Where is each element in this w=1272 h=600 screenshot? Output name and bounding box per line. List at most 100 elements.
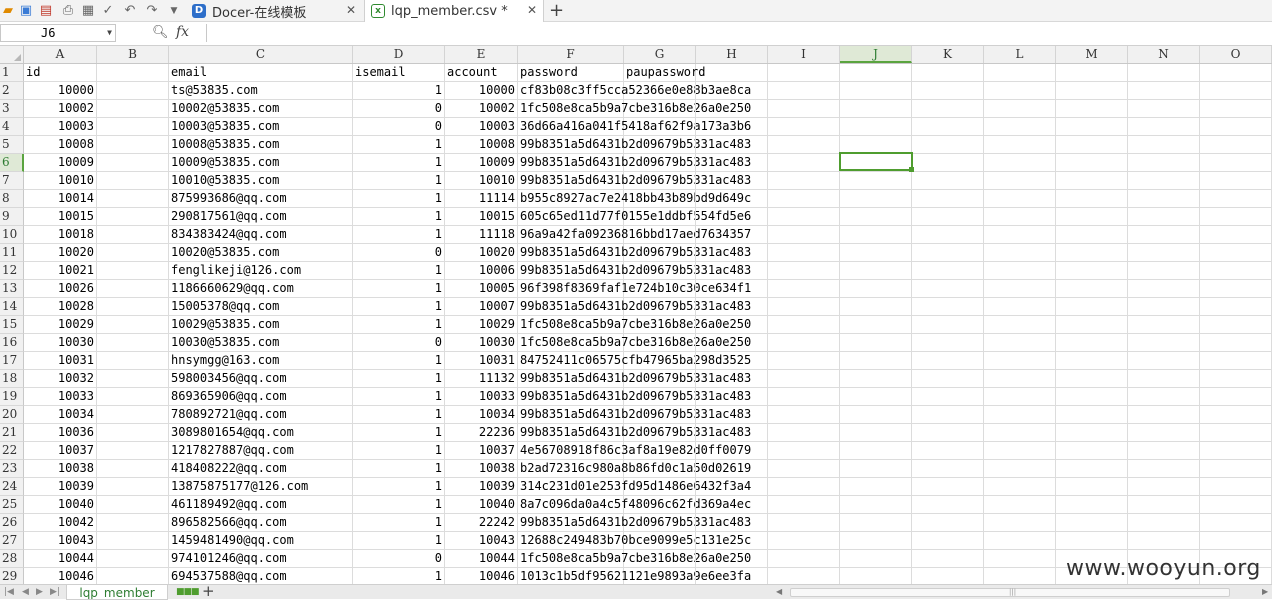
empty-cell[interactable] (984, 82, 1056, 100)
empty-cell[interactable] (624, 334, 696, 352)
cell-account[interactable]: 10007 (445, 298, 518, 316)
empty-cell[interactable] (696, 190, 768, 208)
empty-cell[interactable] (1056, 262, 1128, 280)
cell-id[interactable]: 10015 (24, 208, 97, 226)
row-header[interactable]: 20 (0, 406, 24, 424)
print-icon[interactable]: ⎙ (60, 3, 76, 19)
empty-cell[interactable] (1128, 532, 1200, 550)
empty-cell[interactable] (624, 226, 696, 244)
empty-cell[interactable] (1056, 64, 1128, 82)
cell-isemail[interactable]: 1 (353, 496, 445, 514)
empty-cell[interactable] (97, 172, 169, 190)
cell-account[interactable]: 10008 (445, 136, 518, 154)
column-header-n[interactable]: N (1128, 46, 1200, 63)
empty-cell[interactable] (840, 100, 912, 118)
empty-cell[interactable] (768, 154, 840, 172)
empty-cell[interactable] (984, 226, 1056, 244)
cell-isemail[interactable]: 1 (353, 352, 445, 370)
empty-cell[interactable] (984, 244, 1056, 262)
empty-cell[interactable] (696, 532, 768, 550)
empty-cell[interactable] (696, 334, 768, 352)
empty-cell[interactable] (912, 64, 984, 82)
cell-password[interactable]: 8a7c096da0a4c5f48096c62fd369a4ec (518, 496, 751, 514)
empty-cell[interactable] (97, 100, 169, 118)
row-header[interactable]: 26 (0, 514, 24, 532)
empty-cell[interactable] (1056, 172, 1128, 190)
empty-cell[interactable] (696, 478, 768, 496)
empty-cell[interactable] (97, 388, 169, 406)
empty-cell[interactable] (97, 514, 169, 532)
cell-password[interactable]: 605c65ed11d77f0155e1ddbf554fd5e6 (518, 208, 751, 226)
empty-cell[interactable] (624, 352, 696, 370)
empty-cell[interactable] (1056, 316, 1128, 334)
cell-isemail[interactable]: 1 (353, 478, 445, 496)
empty-cell[interactable] (696, 244, 768, 262)
empty-cell[interactable] (912, 388, 984, 406)
cell-account[interactable]: 10003 (445, 118, 518, 136)
empty-cell[interactable] (1200, 352, 1272, 370)
empty-cell[interactable] (1200, 262, 1272, 280)
select-all-corner[interactable] (0, 46, 24, 63)
new-tab-icon[interactable]: + (549, 1, 564, 21)
empty-cell[interactable] (1200, 514, 1272, 532)
cell-account[interactable]: 10037 (445, 442, 518, 460)
row-header[interactable]: 28 (0, 550, 24, 568)
row-header[interactable]: 1 (0, 64, 24, 82)
empty-cell[interactable] (768, 262, 840, 280)
empty-cell[interactable] (1200, 244, 1272, 262)
empty-cell[interactable] (624, 118, 696, 136)
empty-cell[interactable] (1128, 334, 1200, 352)
empty-cell[interactable] (97, 460, 169, 478)
empty-cell[interactable] (840, 442, 912, 460)
empty-cell[interactable] (97, 244, 169, 262)
empty-cell[interactable] (984, 298, 1056, 316)
empty-cell[interactable] (1128, 496, 1200, 514)
empty-cell[interactable] (840, 190, 912, 208)
cell-isemail[interactable]: 1 (353, 154, 445, 172)
cell-account[interactable]: 11132 (445, 370, 518, 388)
empty-cell[interactable] (912, 82, 984, 100)
row-header[interactable]: 8 (0, 190, 24, 208)
fx-icon[interactable]: fx (176, 24, 189, 40)
empty-cell[interactable] (912, 154, 984, 172)
empty-cell[interactable] (696, 406, 768, 424)
cell-header-isemail[interactable]: isemail (353, 64, 445, 82)
cell-isemail[interactable]: 1 (353, 190, 445, 208)
cell-account[interactable]: 10000 (445, 82, 518, 100)
empty-cell[interactable] (624, 262, 696, 280)
empty-cell[interactable] (984, 460, 1056, 478)
empty-cell[interactable] (912, 298, 984, 316)
cell-id[interactable]: 10008 (24, 136, 97, 154)
cell-id[interactable]: 10042 (24, 514, 97, 532)
empty-cell[interactable] (696, 118, 768, 136)
cell-account[interactable]: 22236 (445, 424, 518, 442)
empty-cell[interactable] (1056, 424, 1128, 442)
empty-cell[interactable] (1128, 208, 1200, 226)
row-header[interactable]: 3 (0, 100, 24, 118)
empty-cell[interactable] (1200, 424, 1272, 442)
row-header[interactable]: 12 (0, 262, 24, 280)
empty-cell[interactable] (97, 496, 169, 514)
empty-cell[interactable] (97, 226, 169, 244)
cell-id[interactable]: 10018 (24, 226, 97, 244)
cell-account[interactable]: 10002 (445, 100, 518, 118)
spreadsheet-grid[interactable]: ABCDEFGHIJKLMNO 1 id email isemail account pa… (0, 46, 1272, 584)
empty-cell[interactable] (1128, 298, 1200, 316)
cell-id[interactable]: 10044 (24, 550, 97, 568)
row-header[interactable]: 21 (0, 424, 24, 442)
cell-isemail[interactable]: 1 (353, 280, 445, 298)
empty-cell[interactable] (624, 460, 696, 478)
empty-cell[interactable] (1200, 100, 1272, 118)
cell-email[interactable]: 598003456@qq.com (169, 370, 353, 388)
empty-cell[interactable] (840, 388, 912, 406)
empty-cell[interactable] (768, 64, 840, 82)
empty-cell[interactable] (984, 388, 1056, 406)
empty-cell[interactable] (1200, 172, 1272, 190)
empty-cell[interactable] (984, 154, 1056, 172)
zoom-icon[interactable]: 🔍︎ (152, 25, 169, 40)
cell-header-account[interactable]: account (445, 64, 518, 82)
column-header-l[interactable]: L (984, 46, 1056, 63)
empty-cell[interactable] (624, 388, 696, 406)
cell-email[interactable]: 1459481490@qq.com (169, 532, 353, 550)
cell-isemail[interactable]: 1 (353, 568, 445, 584)
